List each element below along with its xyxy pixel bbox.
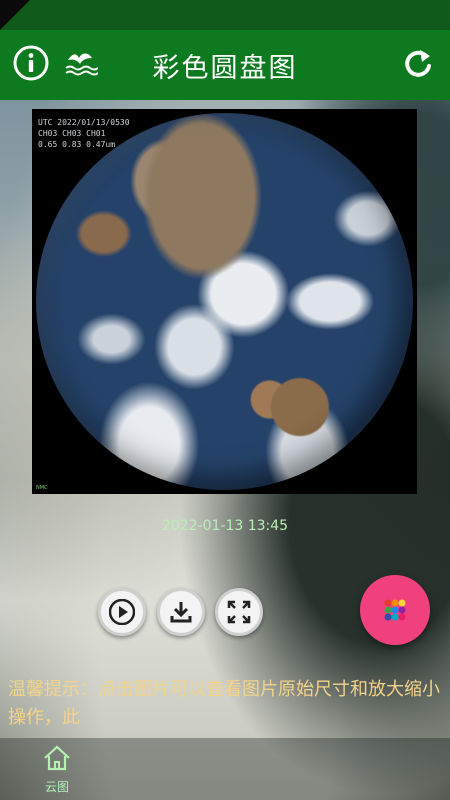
page-title: 彩色圆盘图 [152, 53, 298, 84]
play-button[interactable] [98, 588, 146, 636]
download-icon [170, 602, 192, 623]
nav-item-cloud-image[interactable]: 云图 [30, 744, 84, 795]
earth-disk [36, 113, 413, 490]
home-icon [44, 745, 70, 771]
image-timestamp: 2022-01-13 13:45 [161, 518, 289, 534]
satellite-disk-image[interactable]: UTC 2022/01/13/0530 CH03 CH03 CH01 0.65 … [32, 109, 417, 494]
refresh-icon[interactable] [400, 46, 436, 82]
download-button[interactable] [157, 588, 205, 636]
image-overlay-text: UTC 2022/01/13/0530 CH03 CH03 CH01 0.65 … [38, 118, 130, 149]
app-bar: 彩色圆盘图 [0, 30, 450, 100]
dots-icon [384, 599, 406, 621]
menu-fab-button[interactable] [360, 575, 430, 645]
play-icon [109, 599, 135, 625]
expand-icon [227, 600, 251, 624]
status-bar [0, 0, 450, 30]
tip-text: 温馨提示：点击图片可以查看图片原始尺寸和放大缩小操作，此 [8, 679, 440, 728]
nav-item-label: 云图 [44, 780, 69, 794]
expand-button[interactable] [215, 588, 263, 636]
status-bar-notch [0, 0, 30, 30]
bottom-nav: 云图 [0, 738, 450, 800]
image-corner-label: NMC [36, 485, 48, 491]
